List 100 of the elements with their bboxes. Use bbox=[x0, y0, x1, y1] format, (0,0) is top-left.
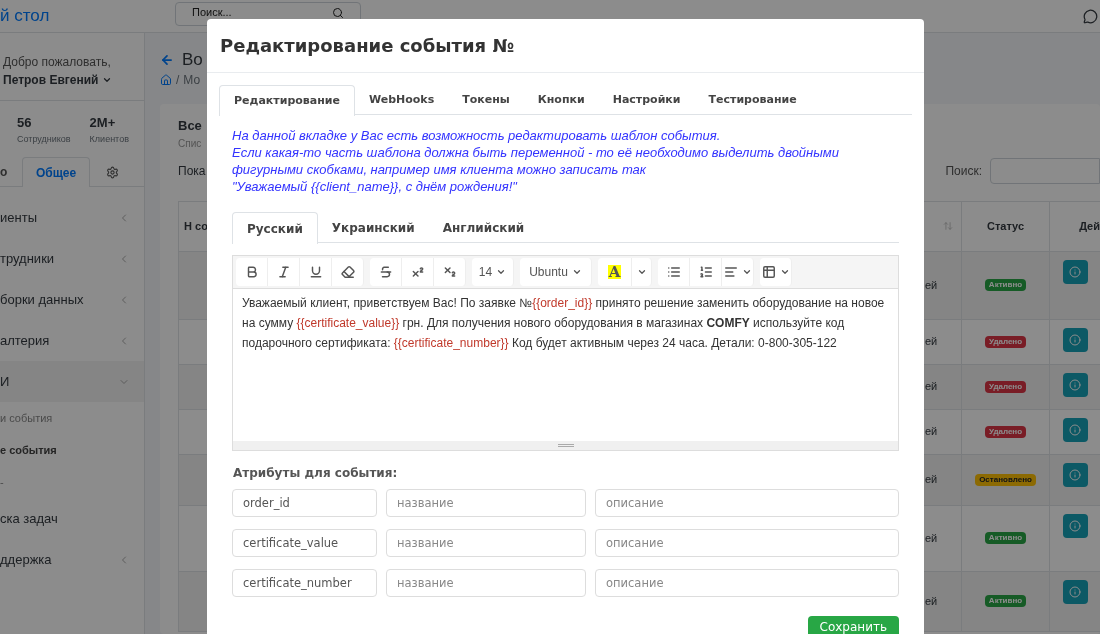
home-icon[interactable] bbox=[160, 74, 172, 86]
eraser-button[interactable] bbox=[332, 258, 364, 286]
attribute-name-field[interactable]: название bbox=[386, 569, 586, 597]
info-icon bbox=[1069, 333, 1081, 346]
sidebar-item[interactable]: борки данных bbox=[0, 279, 144, 320]
attribute-name-field[interactable]: название bbox=[386, 529, 586, 557]
attribute-key-field[interactable]: order_id bbox=[232, 489, 377, 517]
sidebar-item[interactable]: ска задач bbox=[0, 498, 144, 539]
info-button[interactable] bbox=[1062, 462, 1088, 487]
info-icon bbox=[1069, 265, 1081, 278]
text-editor[interactable] bbox=[232, 255, 899, 451]
back-arrow-icon[interactable] bbox=[160, 53, 174, 67]
attribute-key-field[interactable]: certificate_number bbox=[232, 569, 377, 597]
chat-icon[interactable] bbox=[1083, 8, 1098, 24]
settings-icon bbox=[105, 165, 119, 179]
info-icon bbox=[1069, 468, 1081, 481]
sidebar-tab[interactable]: Общее bbox=[22, 157, 90, 187]
table-search-field[interactable] bbox=[990, 157, 1100, 184]
table-icon bbox=[761, 265, 776, 279]
info-icon bbox=[1069, 585, 1081, 598]
sidebar-item[interactable]: алтерия bbox=[0, 320, 144, 361]
numbers-button[interactable] bbox=[690, 258, 722, 286]
caret-icon bbox=[496, 267, 507, 277]
modal-tab[interactable]: Кнопки bbox=[523, 85, 599, 115]
modal-tab[interactable]: WebHooks bbox=[354, 85, 449, 115]
align-icon bbox=[723, 265, 738, 279]
sidebar-subitem[interactable]: е события bbox=[0, 434, 144, 466]
subscript-button[interactable] bbox=[434, 258, 466, 286]
info-button[interactable] bbox=[1062, 327, 1088, 352]
strikethrough-icon bbox=[378, 265, 393, 279]
table-cell-text: ей bbox=[925, 379, 938, 395]
sidebar-item[interactable]: трудники bbox=[0, 238, 144, 279]
column-header[interactable]: Статус bbox=[962, 201, 1050, 251]
greeting-text: Добро пожаловать, bbox=[3, 53, 112, 71]
attribute-description-field[interactable]: описание bbox=[595, 489, 899, 517]
italic-icon bbox=[276, 265, 291, 279]
app-title: й стол bbox=[0, 5, 51, 28]
underline-icon bbox=[308, 265, 323, 279]
breadcrumb-separator: / bbox=[176, 72, 180, 89]
caret-icon bbox=[571, 267, 582, 277]
language-tab[interactable]: Английский bbox=[428, 212, 539, 243]
language-tab[interactable]: Украинский bbox=[317, 212, 429, 243]
attributes-label: Атрибуты для события: bbox=[233, 465, 399, 482]
save-button[interactable]: Сохранить bbox=[807, 616, 899, 634]
status-badge: Удалено bbox=[984, 335, 1027, 348]
attribute-name-field[interactable]: название bbox=[386, 489, 586, 517]
highlight-dropdown-button[interactable] bbox=[632, 258, 652, 286]
bullet-list-icon bbox=[666, 265, 681, 279]
sidebar-item[interactable]: иенты bbox=[0, 197, 144, 238]
stat-value: 56 bbox=[17, 114, 33, 132]
caret-icon bbox=[636, 267, 647, 277]
modal-title: Редактирование события № bbox=[220, 34, 515, 58]
stat-value: 2M+ bbox=[89, 114, 117, 132]
card-title: Все bbox=[178, 117, 202, 135]
caret-icon bbox=[779, 267, 790, 277]
underline-button[interactable] bbox=[300, 258, 332, 286]
search-label: Поиск: bbox=[945, 162, 982, 180]
resize-handle[interactable] bbox=[233, 441, 898, 450]
editor-content[interactable]: Уважаемый клиент, приветствуем Вас! По заявке №{{order_id}} принято решение заменить оборудование на новое на сумму {{certificate_value}} грн. Для получения нового оборудования в магазинах COMFY используйте код подарочного сертификата: {{certificate_number}} Код будет активным через 24 часа. Детали: 0-800-305-122 bbox=[233, 289, 898, 441]
breadcrumb-link[interactable]: Мо bbox=[183, 71, 201, 89]
modal-tab[interactable]: Редактирование bbox=[219, 85, 355, 116]
info-button[interactable] bbox=[1062, 579, 1088, 604]
info-text: "Уважаемый {{client_name}}, с днём рождения!" bbox=[232, 178, 519, 195]
attribute-description-field[interactable]: описание bbox=[595, 569, 899, 597]
subscript-icon bbox=[442, 265, 457, 279]
info-button[interactable] bbox=[1062, 372, 1088, 397]
attribute-description-field[interactable]: описание bbox=[595, 529, 899, 557]
superscript-button[interactable] bbox=[402, 258, 434, 286]
show-label: Пока bbox=[178, 162, 206, 180]
align-button[interactable] bbox=[722, 258, 754, 286]
status-badge: Активно bbox=[984, 279, 1027, 291]
attribute-key-field[interactable]: certificate_value bbox=[232, 529, 377, 557]
table-cell-text: ей bbox=[925, 530, 938, 546]
table-cell-text: ей bbox=[925, 472, 938, 488]
sidebar-item[interactable]: И bbox=[0, 361, 144, 402]
italic-button[interactable] bbox=[268, 258, 300, 286]
modal-tab[interactable]: Настройки bbox=[598, 85, 695, 115]
table-cell-text: ей bbox=[925, 424, 938, 440]
table-button[interactable] bbox=[760, 258, 792, 286]
user-menu[interactable]: Петров Евгений bbox=[3, 70, 144, 89]
status-badge: Остановлено bbox=[975, 473, 1036, 486]
modal-tab[interactable]: Тестирование bbox=[694, 85, 811, 115]
info-button[interactable] bbox=[1062, 259, 1088, 284]
modal-tab[interactable]: Токены bbox=[448, 85, 524, 115]
font-family-dropdown[interactable]: Ubuntu bbox=[520, 258, 592, 286]
info-button[interactable] bbox=[1062, 417, 1088, 442]
language-tab[interactable]: Русский bbox=[232, 212, 318, 244]
bullets-button[interactable] bbox=[658, 258, 690, 286]
highlight-button[interactable]: A bbox=[598, 258, 632, 286]
sidebar-tab[interactable]: о bbox=[0, 157, 22, 187]
info-button[interactable] bbox=[1062, 513, 1088, 538]
sidebar-item[interactable]: ддержка bbox=[0, 539, 144, 580]
superscript-icon bbox=[410, 265, 425, 279]
font-size-dropdown[interactable]: 14 bbox=[472, 258, 514, 286]
bold-button[interactable] bbox=[236, 258, 268, 286]
stat-label: Клиентов bbox=[89, 132, 129, 146]
column-header: Н со bbox=[184, 218, 208, 234]
info-icon bbox=[1069, 519, 1081, 532]
column-header: Дей bbox=[1079, 218, 1100, 234]
strike-button[interactable] bbox=[370, 258, 402, 286]
